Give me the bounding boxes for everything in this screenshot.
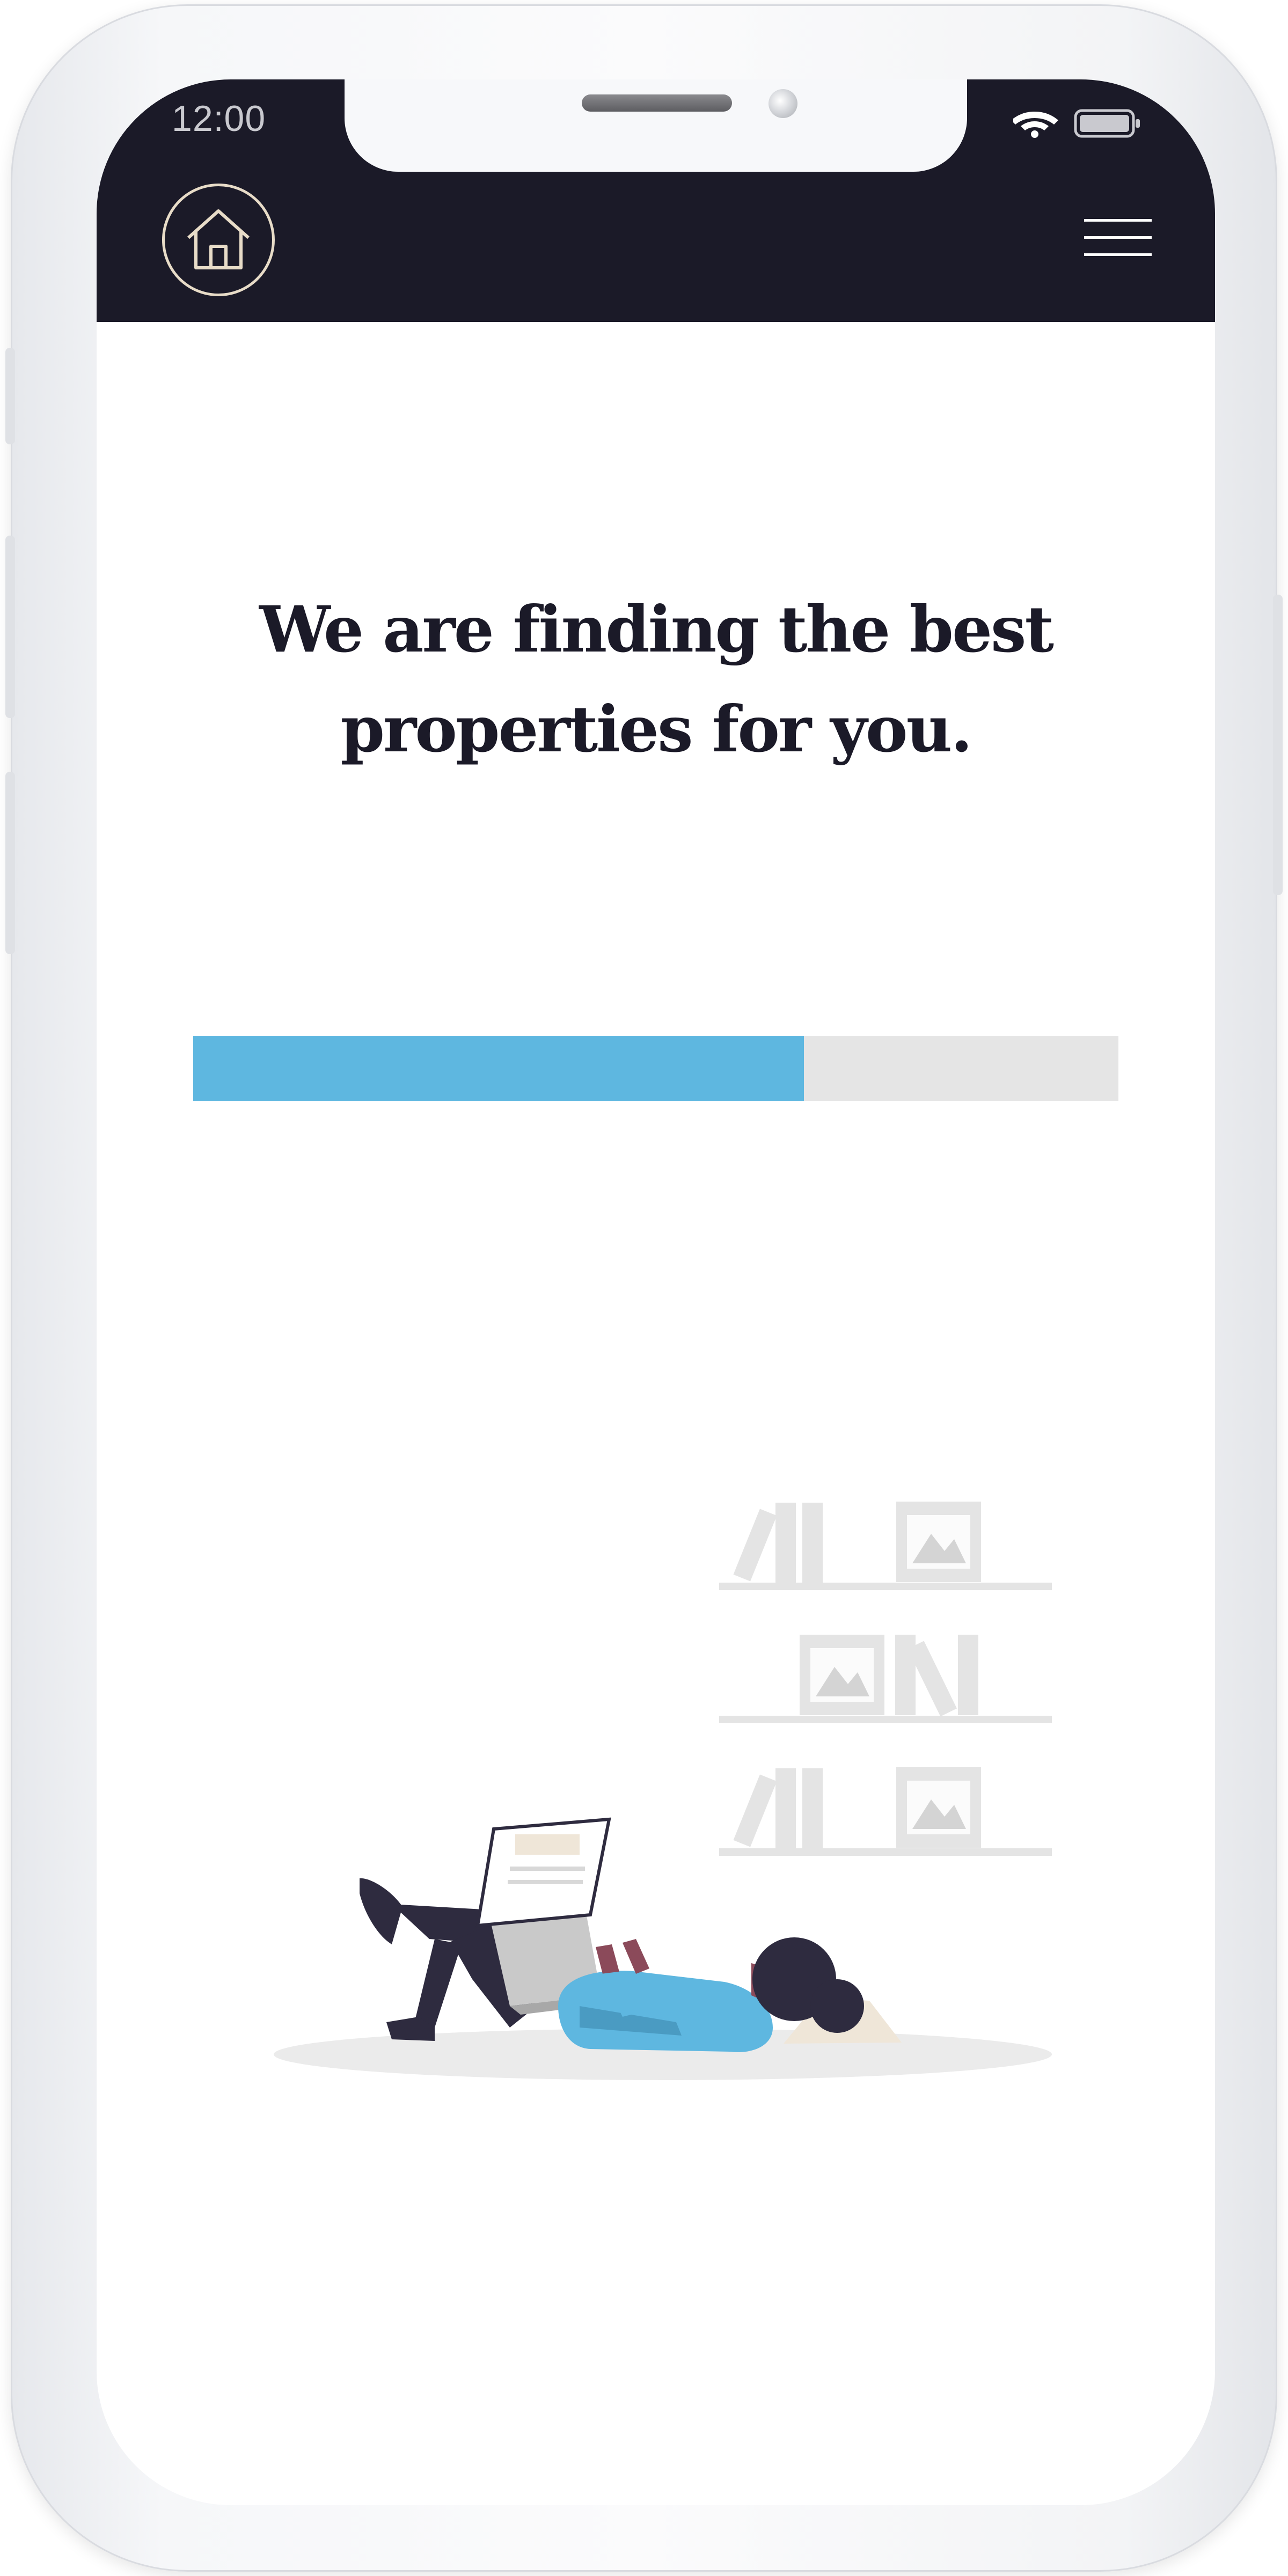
hamburger-menu-icon bbox=[1084, 214, 1152, 262]
camera-notch bbox=[345, 79, 967, 172]
progress-fill bbox=[193, 1036, 804, 1101]
bookshelf-illustration bbox=[719, 1502, 1052, 1856]
volume-up-button bbox=[5, 536, 15, 718]
mute-switch bbox=[5, 348, 15, 444]
phone-frame: 12:00 We are finding the best properties… bbox=[5, 4, 1283, 2572]
status-icons bbox=[1013, 109, 1140, 138]
battery-icon bbox=[1074, 109, 1140, 138]
person-reading-laptop-illustration bbox=[274, 1502, 1052, 2080]
loading-headline: We are finding the best properties for y… bbox=[259, 592, 1054, 766]
speaker-grille bbox=[582, 94, 732, 112]
hamburger-menu-button[interactable] bbox=[1084, 214, 1152, 262]
front-camera bbox=[769, 89, 797, 118]
power-button bbox=[1273, 595, 1283, 895]
phone-screen: 12:00 We are finding the best properties… bbox=[97, 79, 1215, 2505]
loading-progress-bar bbox=[193, 1036, 1118, 1101]
home-logo-button[interactable] bbox=[162, 184, 275, 296]
volume-down-button bbox=[5, 772, 15, 954]
status-time: 12:00 bbox=[172, 98, 266, 139]
wifi-icon bbox=[1013, 112, 1058, 138]
home-icon bbox=[187, 209, 250, 269]
